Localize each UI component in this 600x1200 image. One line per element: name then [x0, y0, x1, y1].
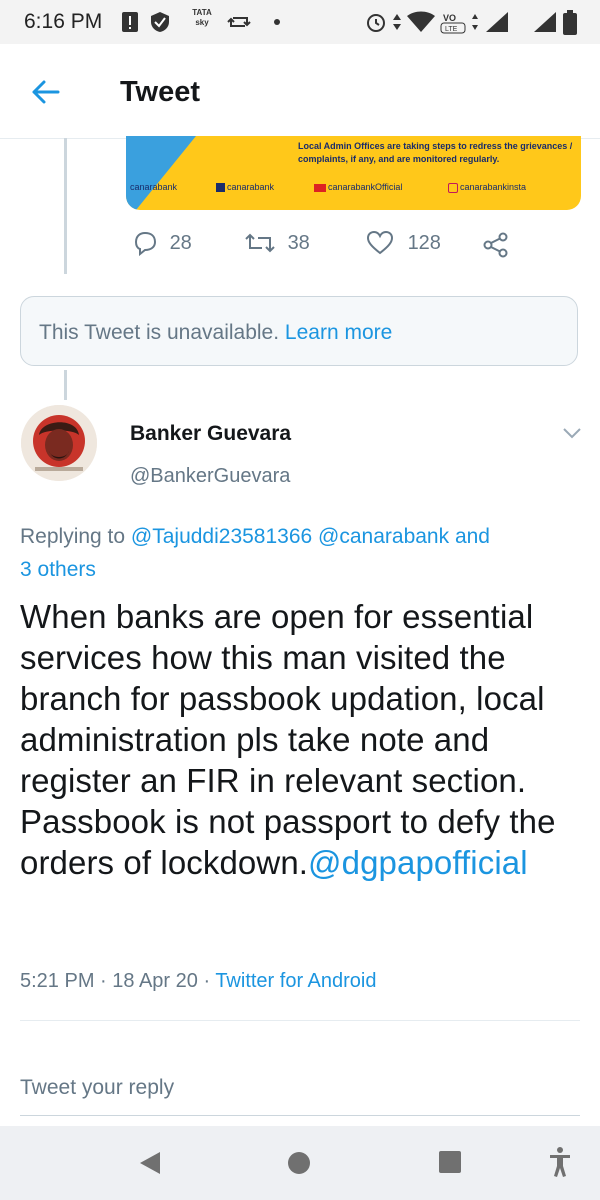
banner-text: Local Admin Offices are taking steps to …: [298, 141, 573, 164]
replying-mentions[interactable]: @Tajuddi23581366 @canarabank: [131, 525, 449, 548]
dot-icon: [274, 19, 280, 25]
back-triangle-icon[interactable]: [138, 1150, 162, 1176]
replying-others-link[interactable]: 3 others: [20, 558, 96, 581]
chevron-down-icon[interactable]: [562, 426, 582, 440]
tweet-body: When banks are open for essential servic…: [20, 598, 556, 881]
like-action[interactable]: 128: [366, 230, 441, 256]
reply-action[interactable]: 28: [132, 230, 192, 257]
avatar[interactable]: [21, 405, 97, 481]
page-title: Tweet: [120, 76, 201, 108]
thread-line-top: [64, 138, 67, 274]
reply-count: 28: [169, 231, 192, 254]
shield-check-icon: [151, 12, 169, 32]
sync-icon: [227, 17, 251, 27]
back-arrow-icon[interactable]: [30, 77, 60, 107]
banner-social-1: canarabank: [130, 182, 178, 192]
divider: [20, 1020, 580, 1021]
reply-icon: [134, 231, 157, 257]
alert-icon: [122, 12, 138, 32]
body-mention-link[interactable]: @dgpapofficial: [308, 844, 528, 881]
battery-icon: [563, 10, 577, 35]
retweet-icon: [245, 233, 275, 253]
svg-text:VO: VO: [443, 13, 456, 23]
data-arrows-icon: [393, 14, 401, 30]
unavailable-tweet-notice: This Tweet is unavailable. Learn more: [20, 296, 578, 366]
unavailable-text: This Tweet is unavailable. Learn more: [39, 321, 393, 344]
svg-text:LTE: LTE: [445, 26, 458, 33]
banner-social-instagram: canarabankinsta: [448, 182, 526, 193]
banner-decor-shape: [126, 136, 196, 210]
quoted-media-banner[interactable]: Local Admin Offices are taking steps to …: [126, 136, 581, 210]
author-handle[interactable]: @BankerGuevara: [130, 465, 290, 488]
like-count: 128: [407, 231, 441, 254]
wifi-icon: [407, 11, 435, 32]
banner-social-facebook: canarabank: [216, 182, 274, 193]
status-time: 6:16 PM: [24, 10, 103, 33]
system-nav-bar: [0, 1126, 600, 1200]
status-bar: 6:16 PM TATA sky VO LTE: [0, 0, 600, 44]
reply-input-placeholder[interactable]: Tweet your reply: [20, 1076, 174, 1100]
author-name[interactable]: Banker Guevara: [130, 422, 291, 446]
banner-social-youtube: canarabankOfficial: [314, 182, 402, 192]
data-arrows-icon-2: [472, 14, 478, 30]
retweet-action[interactable]: 38: [244, 230, 310, 256]
retweet-count: 38: [287, 231, 310, 254]
carrier-badge: TATA sky: [192, 8, 212, 27]
avatar-image: [21, 405, 97, 481]
alarm-icon: [367, 14, 385, 32]
home-circle-icon[interactable]: [286, 1150, 312, 1176]
tweet-date: 18 Apr 20: [112, 970, 198, 992]
tweet-meta: 5:21 PM · 18 Apr 20 · Twitter for Androi…: [20, 970, 377, 992]
tweet-source-link[interactable]: Twitter for Android: [215, 970, 376, 992]
heart-icon: [366, 230, 394, 255]
reply-composer[interactable]: Tweet your reply: [20, 1068, 580, 1116]
accessibility-icon[interactable]: [548, 1146, 572, 1178]
thread-line-middle: [64, 370, 67, 400]
signal-icon: [486, 12, 508, 32]
replying-to: Replying to @Tajuddi23581366 @canarabank…: [20, 525, 490, 581]
volte-icon: VO LTE: [440, 13, 466, 34]
recents-square-icon[interactable]: [438, 1150, 462, 1174]
tweet-time: 5:21 PM: [20, 970, 95, 992]
signal-icon-2: [534, 12, 556, 32]
share-icon[interactable]: [482, 232, 510, 258]
learn-more-link[interactable]: Learn more: [285, 321, 392, 344]
app-header: Tweet: [0, 44, 600, 139]
